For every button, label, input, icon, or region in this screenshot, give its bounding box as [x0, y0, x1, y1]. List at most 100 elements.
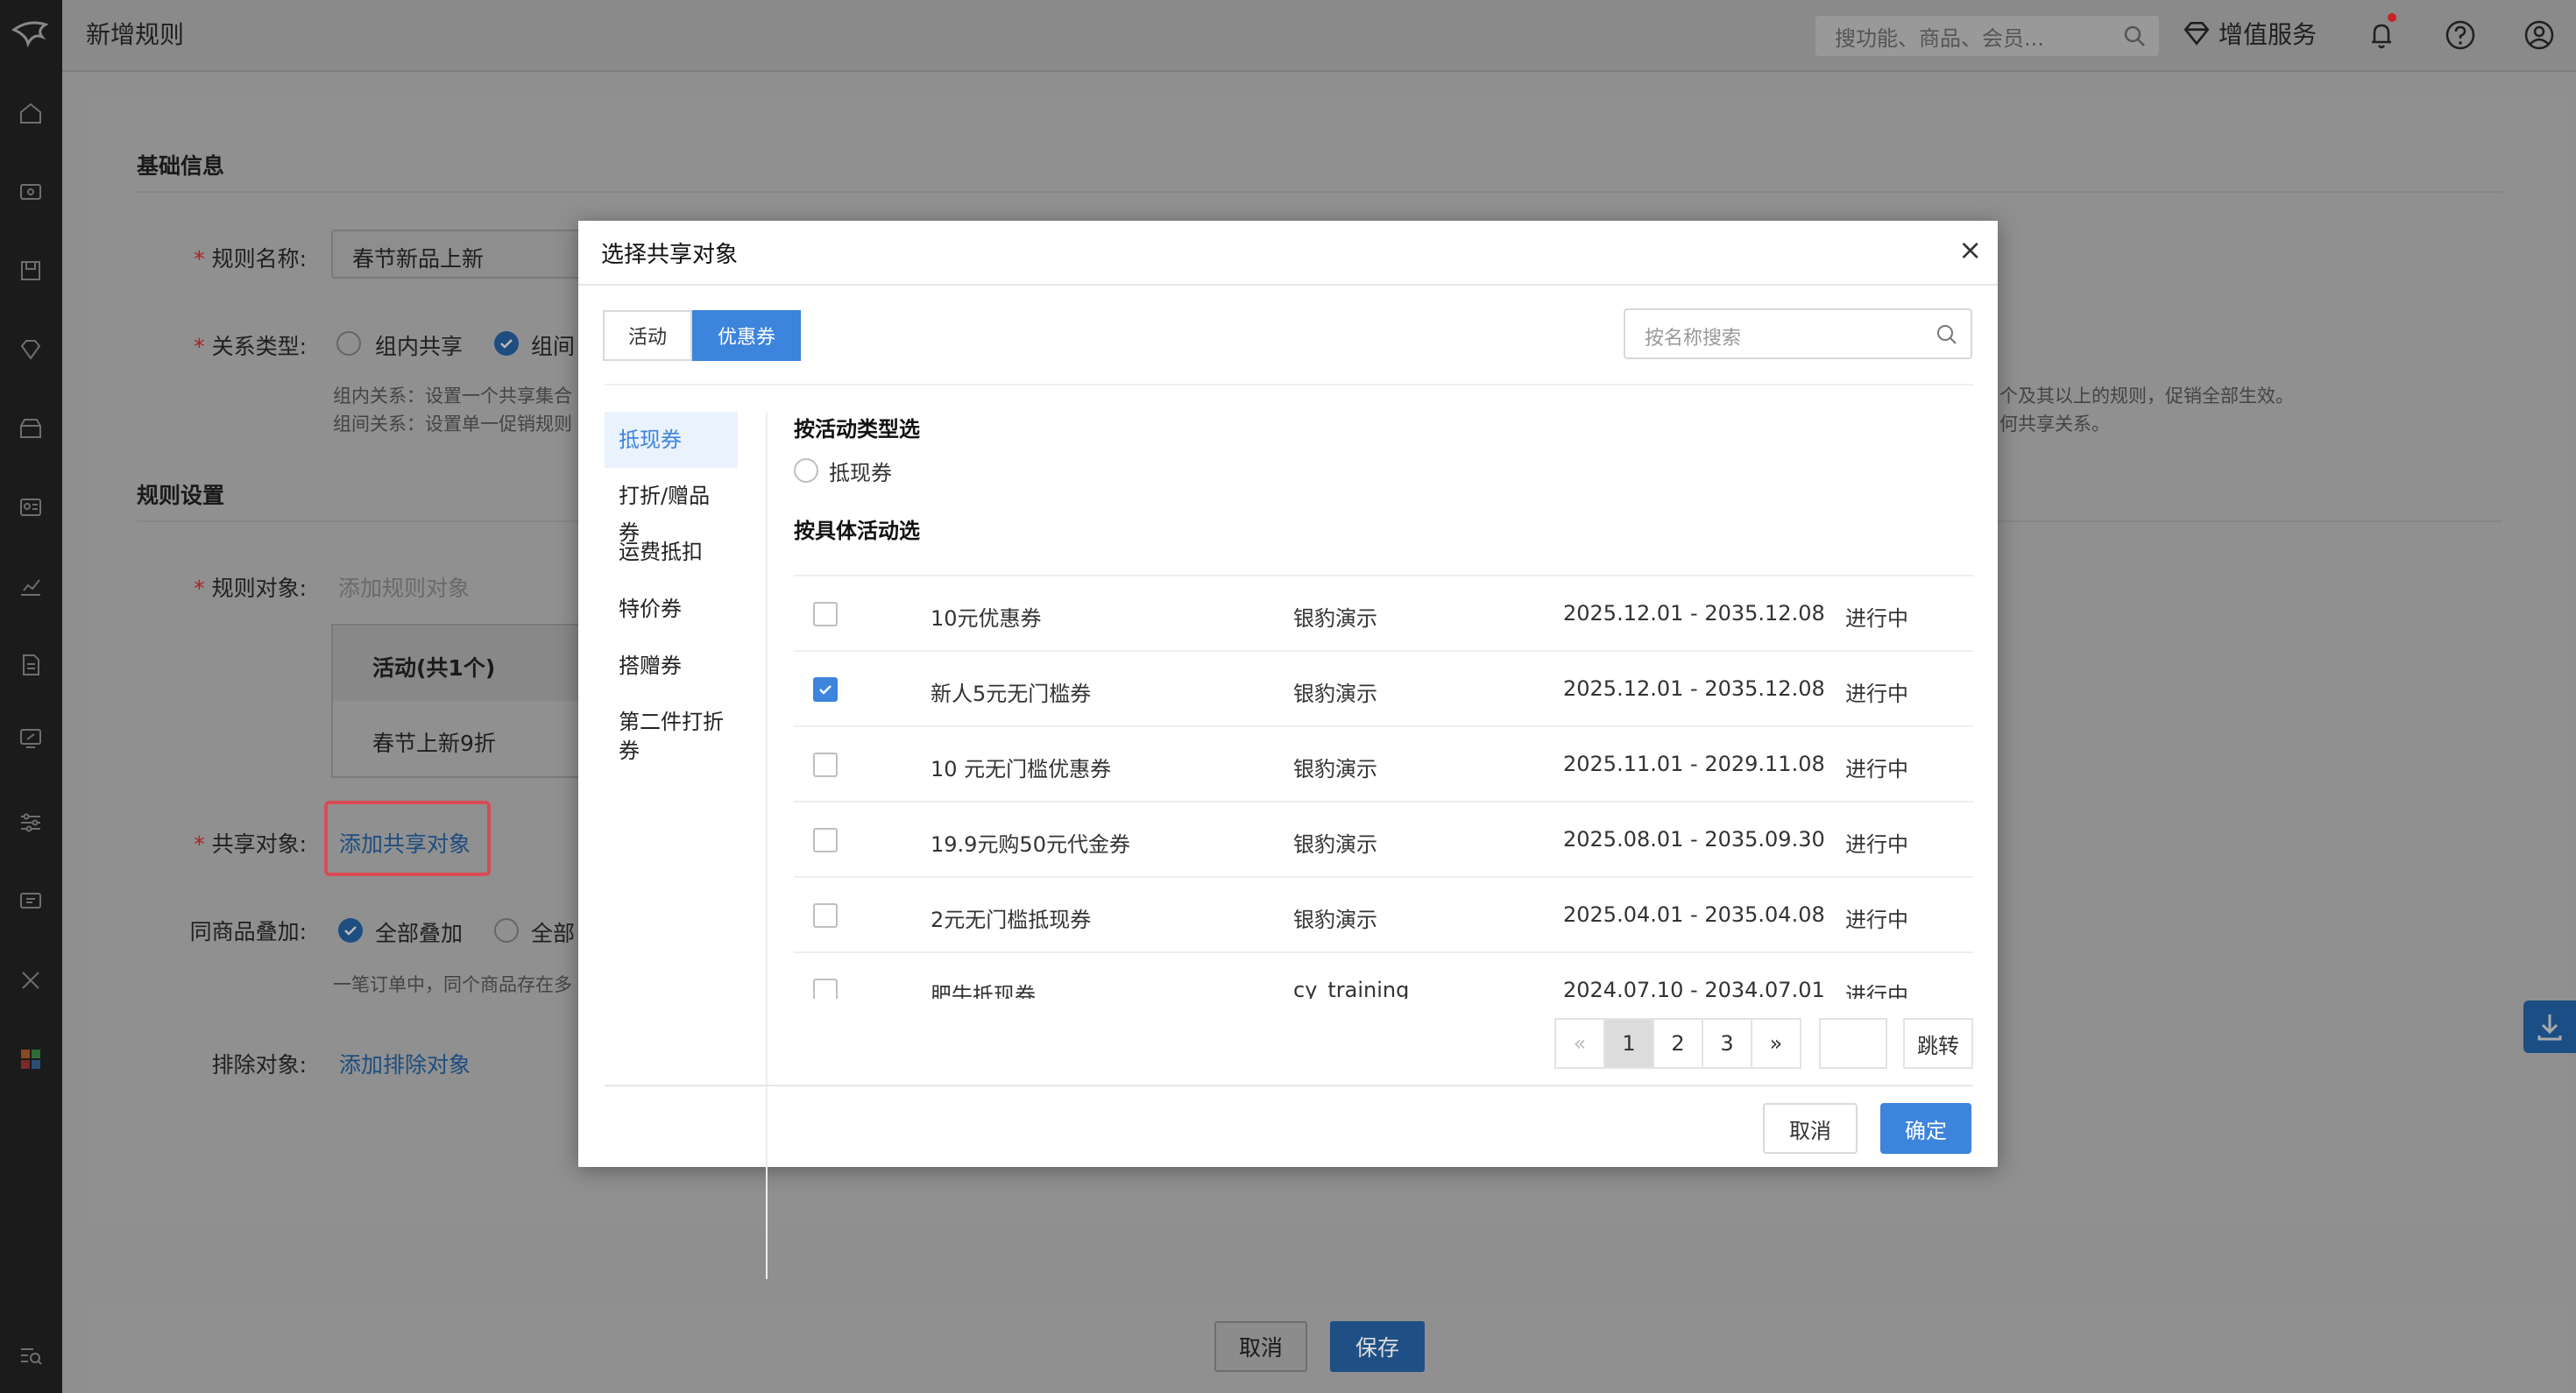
pagination-page-3[interactable]: 3	[1702, 1018, 1752, 1069]
home-icon[interactable]	[16, 98, 46, 128]
coupon-period: 2025.04.01 - 2035.04.08	[1563, 902, 1825, 927]
cashier-icon[interactable]	[16, 177, 46, 207]
relation-intra-radio[interactable]	[336, 331, 361, 356]
search-menu-icon[interactable]	[16, 1340, 46, 1370]
promotion-icon[interactable]	[16, 724, 46, 753]
relation-type-label: * 关系类型:	[194, 334, 307, 359]
table-row[interactable]: 新人5元无门槛券 银豹演示 2025.12.01 - 2035.12.08 进行…	[794, 650, 1973, 725]
download-button[interactable]	[2523, 1001, 2576, 1053]
hint-inter-tail: 何共享关系。	[1999, 414, 2110, 435]
modal-search-placeholder: 按名称搜索	[1645, 328, 1742, 350]
table-row[interactable]: 10元优惠券 银豹演示 2025.12.01 - 2035.12.08 进行中	[794, 575, 1973, 650]
coupon-status: 进行中	[1845, 606, 1908, 631]
table-row[interactable]: 19.9元购50元代金券 银豹演示 2025.08.01 - 2035.09.3…	[794, 801, 1973, 876]
coupon-status: 进行中	[1845, 757, 1908, 781]
coupon-status: 进行中	[1845, 908, 1908, 932]
rule-object-table-header: 活动(共1个)	[333, 626, 592, 701]
coupon-period: 2025.11.01 - 2029.11.08	[1563, 752, 1825, 776]
rule-object-table-cell: 春节上新9折	[372, 731, 496, 756]
page-cancel-button[interactable]: 取消	[1214, 1321, 1307, 1372]
rule-name-label: * 规则名称:	[194, 246, 307, 272]
category-shipping[interactable]: 运费抵扣	[605, 524, 738, 581]
table-row[interactable]: 10 元无门槛优惠券 银豹演示 2025.11.01 - 2029.11.08 …	[794, 725, 1973, 801]
modal-divider	[605, 384, 1973, 385]
pagination-jump-button[interactable]: 跳转	[1903, 1018, 1973, 1069]
goods-icon[interactable]	[16, 256, 46, 286]
coupon-period: 2025.12.01 - 2035.12.08	[1563, 676, 1825, 701]
pagination-jump-input[interactable]	[1819, 1018, 1887, 1069]
value-added-services-label: 增值服务	[2219, 20, 2318, 49]
coupon-name: 10元优惠券	[931, 606, 1042, 631]
global-search-placeholder: 搜功能、商品、会员...	[1835, 26, 2044, 51]
category-special-price[interactable]: 特价券	[605, 581, 738, 638]
coupon-name: 肥牛抵现券	[931, 983, 1036, 999]
row-checkbox-checked[interactable]	[813, 677, 838, 702]
modal-cancel-button[interactable]: 取消	[1763, 1103, 1858, 1154]
pagination-page-1[interactable]: 1	[1603, 1018, 1654, 1069]
stack-all-label: 全部叠加	[375, 921, 464, 946]
document-icon[interactable]	[16, 650, 46, 680]
category-bundle[interactable]: 搭赠券	[605, 638, 738, 695]
store-icon[interactable]	[16, 414, 46, 443]
report-icon[interactable]	[16, 571, 46, 601]
category-cash-coupon[interactable]: 抵现券	[605, 412, 738, 468]
rule-settings-title: 规则设置	[137, 483, 225, 508]
by-specific-title: 按具体活动选	[794, 519, 920, 543]
coupon-period: 2025.12.01 - 2035.12.08	[1563, 601, 1825, 626]
download-icon	[2537, 1015, 2562, 1041]
coupon-shop: 银豹演示	[1293, 757, 1377, 781]
table-row[interactable]: 2元无门槛抵现券 银豹演示 2025.04.01 - 2035.04.08 进行…	[794, 876, 1973, 951]
coupon-name: 新人5元无门槛券	[931, 682, 1092, 706]
tab-activity[interactable]: 活动	[603, 310, 692, 361]
rule-object-label: * 规则对象:	[194, 576, 307, 601]
tab-coupon[interactable]: 优惠券	[692, 310, 801, 361]
close-icon[interactable]: ×	[1958, 233, 1982, 266]
row-checkbox[interactable]	[813, 979, 838, 999]
basic-info-title: 基础信息	[137, 153, 225, 179]
relation-intra-label: 组内共享	[375, 334, 464, 359]
sidebar	[0, 0, 62, 1393]
add-exclude-object-link[interactable]: 添加排除对象	[339, 1048, 471, 1079]
global-search[interactable]: 搜功能、商品、会员...	[1815, 16, 2159, 56]
bell-icon[interactable]	[2364, 18, 2399, 53]
user-avatar-icon[interactable]	[2522, 18, 2557, 53]
row-checkbox[interactable]	[813, 753, 838, 777]
staff-icon[interactable]	[16, 492, 46, 522]
pagination-next[interactable]: »	[1751, 1018, 1801, 1069]
apps-icon[interactable]	[16, 1044, 46, 1074]
notification-dot	[2388, 13, 2396, 22]
stack-other-radio[interactable]	[494, 918, 519, 943]
modal-vertical-divider	[766, 412, 768, 1279]
row-checkbox[interactable]	[813, 828, 838, 852]
exclude-object-label: 排除对象:	[211, 1052, 307, 1078]
pagination-prev[interactable]: «	[1554, 1018, 1605, 1069]
member-icon[interactable]	[16, 335, 46, 364]
pagination-page-2[interactable]: 2	[1652, 1018, 1703, 1069]
hint-intra: 组内关系：设置一个共享集合	[333, 385, 572, 407]
modal-divider	[578, 284, 1998, 286]
settings-sliders-icon[interactable]	[16, 808, 46, 838]
help-icon[interactable]	[2443, 18, 2478, 53]
value-added-services-button[interactable]: 增值服务	[2182, 16, 2317, 51]
coupon-name: 2元无门槛抵现券	[931, 908, 1092, 932]
by-type-radio[interactable]	[794, 458, 818, 483]
category-second-item-tail[interactable]: 券	[605, 732, 738, 780]
highlight-box	[324, 801, 491, 876]
rule-object-placeholder[interactable]: 添加规则对象	[338, 571, 470, 603]
stack-hint: 一笔订单中，同个商品存在多	[333, 974, 572, 995]
relation-inter-radio[interactable]	[494, 331, 519, 356]
page-save-button[interactable]: 保存	[1330, 1321, 1425, 1372]
tools-icon[interactable]	[16, 965, 46, 995]
modal-search-input[interactable]: 按名称搜索	[1624, 308, 1972, 359]
coupon-period: 2025.08.01 - 2035.09.30	[1563, 827, 1825, 852]
logo-icon[interactable]	[11, 18, 51, 47]
coupon-status: 进行中	[1845, 682, 1908, 706]
rule-name-input[interactable]: 春节新品上新	[331, 230, 585, 279]
stack-all-radio[interactable]	[338, 918, 363, 943]
modal-confirm-button[interactable]: 确定	[1880, 1103, 1971, 1154]
row-checkbox[interactable]	[813, 602, 838, 626]
screen-icon[interactable]	[16, 887, 46, 916]
coupon-shop: 银豹演示	[1293, 682, 1377, 706]
table-row[interactable]: 肥牛抵现券 cy_training 2024.07.10 - 2034.07.0…	[794, 951, 1973, 999]
row-checkbox[interactable]	[813, 903, 838, 928]
